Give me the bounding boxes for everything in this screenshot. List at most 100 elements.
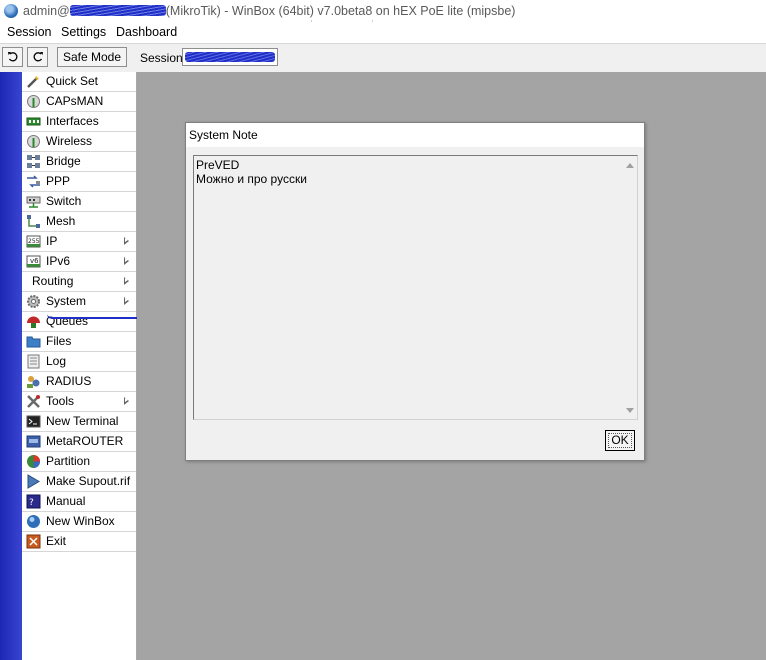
- ip-icon: 255: [26, 235, 41, 248]
- session-label: Session:: [140, 51, 187, 65]
- undo-button[interactable]: [2, 47, 23, 67]
- sidebar-item-new-terminal[interactable]: New Terminal: [22, 412, 136, 432]
- redo-button[interactable]: [27, 47, 48, 67]
- sidebar-item-label: Interfaces: [46, 114, 99, 128]
- sidebar-item-label: IPv6: [46, 254, 71, 268]
- ipv6-icon: v6: [26, 255, 41, 268]
- winbox-icon: [27, 515, 40, 528]
- sidebar-item-metarouter[interactable]: MetaROUTER: [22, 432, 136, 452]
- sidebar-item-tools[interactable]: Tools: [22, 392, 136, 412]
- log-icon: [27, 354, 40, 369]
- sidebar-item-new-winbox[interactable]: New WinBox: [22, 512, 136, 532]
- scroll-up-icon[interactable]: [626, 163, 634, 168]
- system-note-dialog: System Note PreVED Можно и про русски OK: [185, 122, 645, 461]
- sidebar-item-label: Files: [46, 334, 72, 348]
- note-line: PreVED: [196, 158, 240, 172]
- window-title-bar: admin@ (MikroTik) - WinBox (64bit) v7.0be…: [0, 0, 766, 27]
- sidebar-item-label: Quick Set: [46, 74, 99, 88]
- sidebar-item-make-supout[interactable]: Make Supout.rif: [22, 472, 136, 492]
- partition-icon: [27, 455, 40, 468]
- sidebar-item-label: Make Supout.rif: [46, 474, 131, 488]
- sidebar-item-label: PPP: [46, 174, 71, 188]
- sidebar: Quick Set CAPsMAN Interfaces Wireless Br…: [22, 72, 147, 660]
- queues-icon: [27, 316, 40, 328]
- sidebar-item-label: Tools: [46, 394, 75, 408]
- sidebar-item-capsman[interactable]: CAPsMAN: [22, 92, 136, 112]
- sidebar-item-label: Log: [46, 354, 67, 368]
- redacted-session: [185, 52, 275, 62]
- manual-icon: ?: [26, 494, 41, 509]
- sidebar-item-manual[interactable]: ? Manual: [22, 492, 136, 512]
- bridge-icon: [27, 155, 40, 168]
- sidebar-item-label: Manual: [46, 494, 86, 508]
- menu-session[interactable]: Session: [7, 25, 51, 39]
- redacted-address: [69, 5, 166, 16]
- window-title: admin@ (MikroTik) - WinBox (64bit) v7.0be…: [23, 4, 515, 18]
- sidebar-item-ip[interactable]: 255 IP: [22, 232, 136, 252]
- sidebar-item-system[interactable]: System: [22, 292, 136, 312]
- metarouter-icon: [26, 435, 41, 448]
- note-line: Можно и про русски: [196, 172, 307, 186]
- winbox-app-icon: [4, 4, 18, 18]
- quick-set-icon: [27, 76, 39, 88]
- redo-icon: [33, 52, 43, 62]
- note-textarea[interactable]: PreVED Можно и про русски: [193, 155, 638, 420]
- sidebar-item-label: IP: [46, 234, 58, 248]
- terminal-icon: [26, 415, 41, 428]
- toolbar: Safe Mode Session:: [0, 43, 766, 73]
- title-version: v7.0beta8: [317, 4, 373, 18]
- undo-icon: [7, 52, 17, 62]
- submenu-arrow-icon: [124, 297, 129, 305]
- interfaces-icon: [26, 117, 41, 126]
- system-underline-annotation: [47, 314, 147, 319]
- sidebar-brand-stripe: [0, 72, 22, 660]
- title-device: on hEX PoE lite (mipsbe): [372, 4, 516, 18]
- folder-icon: [26, 336, 41, 348]
- radius-icon: [27, 376, 40, 388]
- scroll-down-icon[interactable]: [626, 408, 634, 413]
- supout-icon: [27, 474, 40, 489]
- svg-text:?: ?: [29, 498, 34, 508]
- ok-button[interactable]: OK: [605, 430, 635, 451]
- submenu-arrow-icon: [124, 397, 129, 405]
- safe-mode-button[interactable]: Safe Mode: [57, 47, 127, 67]
- sidebar-item-label: RADIUS: [46, 374, 92, 388]
- sidebar-item-switch[interactable]: Switch: [22, 192, 136, 212]
- sidebar-item-ipv6[interactable]: v6 IPv6: [22, 252, 136, 272]
- svg-text:255: 255: [28, 238, 40, 245]
- sidebar-item-label: Exit: [46, 534, 67, 548]
- capsman-icon: [27, 95, 40, 108]
- sidebar-item-label: New WinBox: [46, 514, 115, 528]
- sidebar-item-label: Switch: [46, 194, 82, 208]
- gear-icon: [27, 295, 40, 308]
- sidebar-item-label: System: [46, 294, 87, 308]
- sidebar-item-label: MetaROUTER: [46, 434, 124, 448]
- exit-icon: [26, 534, 41, 549]
- menu-settings[interactable]: Settings: [61, 25, 106, 39]
- sidebar-item-ppp[interactable]: PPP: [22, 172, 136, 192]
- sidebar-item-bridge[interactable]: Bridge: [22, 152, 136, 172]
- sidebar-item-mesh[interactable]: Mesh: [22, 212, 136, 232]
- sidebar-item-files[interactable]: Files: [22, 332, 136, 352]
- sidebar-item-wireless[interactable]: Wireless: [22, 132, 136, 152]
- title-user: admin@: [23, 4, 70, 18]
- sidebar-item-routing[interactable]: Routing: [22, 272, 136, 292]
- sidebar-item-interfaces[interactable]: Interfaces: [22, 112, 136, 132]
- sidebar-item-label: Bridge: [46, 154, 81, 168]
- sidebar-item-partition[interactable]: Partition: [22, 452, 136, 472]
- dialog-title[interactable]: System Note: [186, 123, 644, 147]
- sidebar-item-label: Mesh: [46, 214, 76, 228]
- sidebar-item-label: Partition: [46, 454, 91, 468]
- sidebar-item-log[interactable]: Log: [22, 352, 136, 372]
- sidebar-item-label: Wireless: [46, 134, 93, 148]
- sidebar-item-exit[interactable]: Exit: [22, 532, 136, 552]
- menu-bar: Session Settings Dashboard: [0, 22, 766, 42]
- sidebar-item-radius[interactable]: RADIUS: [22, 372, 136, 392]
- session-field[interactable]: [182, 48, 278, 66]
- submenu-arrow-icon: [124, 237, 129, 245]
- title-app: (MikroTik) - WinBox (64bit): [165, 4, 318, 18]
- svg-text:v6: v6: [30, 257, 39, 265]
- menu-dashboard[interactable]: Dashboard: [116, 25, 177, 39]
- sidebar-item-label: CAPsMAN: [46, 94, 104, 108]
- sidebar-item-quick-set[interactable]: Quick Set: [22, 72, 136, 92]
